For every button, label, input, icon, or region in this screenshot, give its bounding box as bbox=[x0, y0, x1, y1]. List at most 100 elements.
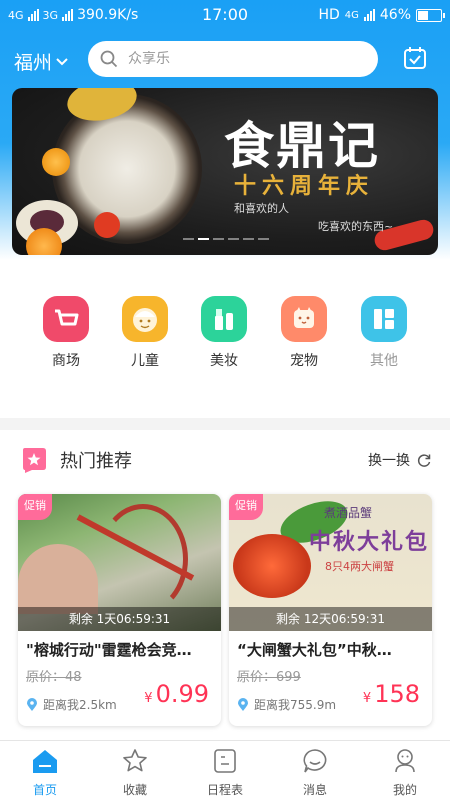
category-label: 宠物 bbox=[290, 353, 318, 369]
distance: 距离我2.5km bbox=[26, 696, 117, 713]
refresh-button[interactable]: 换一换 bbox=[368, 450, 432, 470]
image-crab bbox=[233, 534, 311, 598]
image-archer bbox=[18, 544, 98, 614]
original-price: 原价：699 bbox=[237, 670, 301, 685]
battery-percent: 46% bbox=[379, 7, 411, 23]
battery-icon bbox=[416, 8, 445, 22]
pagination-dot[interactable] bbox=[198, 238, 209, 240]
sale-price: ¥ 0.99 bbox=[144, 680, 209, 708]
sale-price: ¥ 158 bbox=[363, 680, 420, 708]
schedule-icon bbox=[214, 749, 236, 773]
cosmetics-icon bbox=[215, 309, 233, 330]
original-price: 原价：48 bbox=[26, 670, 82, 685]
message-icon bbox=[303, 749, 327, 773]
tab-home[interactable]: 首页 bbox=[15, 747, 75, 798]
pagination-dot[interactable] bbox=[258, 238, 269, 240]
home-icon bbox=[33, 750, 57, 773]
category-label: 其他 bbox=[370, 353, 398, 369]
child-face-icon bbox=[133, 308, 157, 332]
pagination-dot[interactable] bbox=[183, 238, 194, 240]
poster-subtitle: 8只4两大闸蟹 bbox=[325, 560, 394, 573]
tab-label: 收藏 bbox=[122, 783, 147, 797]
banner-orange bbox=[42, 148, 70, 176]
tab-label: 首页 bbox=[32, 783, 57, 797]
pet-icon bbox=[294, 307, 314, 328]
calendar-button[interactable] bbox=[402, 45, 428, 75]
banner-tagline-2: 吃喜欢的东西~ bbox=[318, 220, 394, 233]
tab-messages[interactable]: 消息 bbox=[285, 747, 345, 798]
hd-indicator: HD bbox=[318, 7, 340, 23]
recommend-star-icon bbox=[23, 448, 46, 473]
city-name: 福州 bbox=[14, 52, 53, 74]
poster-title: 中秋大礼包 bbox=[309, 529, 430, 555]
promo-tag: 促销 bbox=[229, 494, 263, 520]
network-type-3: 4G bbox=[344, 9, 359, 21]
signal-icon bbox=[363, 9, 375, 21]
chevron-down-icon bbox=[56, 57, 68, 65]
battery-level-fill bbox=[418, 10, 428, 20]
category-grid: 商场 儿童 美妆 宠物 其他 bbox=[0, 260, 450, 418]
section-header: 热门推荐 bbox=[20, 446, 132, 474]
pagination-dot[interactable] bbox=[213, 238, 224, 240]
tab-schedule[interactable]: 日程表 bbox=[195, 747, 255, 798]
poster-top-text: 煮酒品蟹 bbox=[324, 506, 373, 520]
tab-label: 日程表 bbox=[206, 783, 243, 797]
banner-tagline-1: 和喜欢的人 bbox=[234, 202, 289, 215]
status-bar: 4G 3G 390.9K/s 17:00 HD 4G 46% bbox=[0, 0, 450, 30]
refresh-icon bbox=[417, 454, 431, 467]
search-input[interactable] bbox=[128, 51, 348, 67]
banner-pagination[interactable] bbox=[183, 238, 269, 240]
category-label: 商场 bbox=[52, 353, 80, 369]
tab-profile[interactable]: 我的 bbox=[375, 747, 435, 798]
refresh-label: 换一换 bbox=[368, 453, 410, 469]
category-icon-bg bbox=[281, 296, 327, 342]
product-card[interactable]: 煮酒品蟹 中秋大礼包 8只4两大闸蟹 促销 剩余 12天06:59:31 “大闸… bbox=[229, 494, 432, 726]
tab-label: 消息 bbox=[302, 783, 327, 797]
search-bar[interactable] bbox=[88, 41, 378, 77]
category-icon-bg bbox=[201, 296, 247, 342]
promo-tag: 促销 bbox=[18, 494, 52, 520]
product-name: "榕城行动"雷霆枪会竞… bbox=[26, 641, 192, 659]
currency-symbol: ¥ bbox=[362, 691, 372, 706]
search-icon bbox=[100, 50, 118, 68]
banner-subtitle: 十六周年庆 bbox=[234, 173, 375, 199]
category-cosmetics[interactable]: 美妆 bbox=[194, 296, 254, 370]
bottom-tab-bar: 首页 收藏 日程表 消息 我的 bbox=[0, 740, 450, 800]
category-icon-bg bbox=[43, 296, 89, 342]
pagination-dot[interactable] bbox=[228, 238, 239, 240]
category-other[interactable]: 其他 bbox=[354, 296, 414, 370]
hot-recommend-section: 热门推荐 换一换 促销 剩余 1天06:59:31 "榕城行动"雷霆枪会竞… 原… bbox=[0, 430, 450, 740]
product-name: “大闸蟹大礼包”中秋… bbox=[237, 641, 392, 659]
price-value: 0.99 bbox=[155, 680, 209, 708]
category-mall[interactable]: 商场 bbox=[36, 296, 96, 370]
star-icon bbox=[123, 749, 147, 772]
city-selector[interactable]: 福州 bbox=[14, 48, 69, 75]
location-pin-icon bbox=[27, 697, 37, 711]
product-card[interactable]: 促销 剩余 1天06:59:31 "榕城行动"雷霆枪会竞… 原价：48 距离我2… bbox=[18, 494, 221, 726]
grid-icon bbox=[374, 309, 394, 329]
price-value: 158 bbox=[374, 680, 420, 708]
countdown: 剩余 12天06:59:31 bbox=[229, 607, 432, 631]
tab-favorites[interactable]: 收藏 bbox=[105, 747, 165, 798]
calendar-check-icon bbox=[404, 47, 426, 69]
category-label: 美妆 bbox=[210, 353, 238, 369]
category-children[interactable]: 儿童 bbox=[115, 296, 175, 370]
section-title: 热门推荐 bbox=[60, 451, 132, 472]
category-pets[interactable]: 宠物 bbox=[274, 296, 334, 370]
distance-label: 距离我2.5km bbox=[43, 698, 117, 712]
category-label: 儿童 bbox=[131, 353, 159, 369]
distance-label: 距离我755.9m bbox=[254, 698, 337, 712]
currency-symbol: ¥ bbox=[144, 691, 153, 706]
distance: 距离我755.9m bbox=[237, 696, 336, 713]
category-icon-bg bbox=[122, 296, 168, 342]
location-pin-icon bbox=[238, 697, 248, 711]
promo-banner[interactable]: 食鼎记 十六周年庆 和喜欢的人 吃喜欢的东西~ bbox=[12, 88, 438, 255]
banner-tomato bbox=[94, 212, 120, 238]
tab-label: 我的 bbox=[392, 783, 417, 797]
profile-icon bbox=[395, 749, 415, 773]
image-bow bbox=[98, 504, 188, 614]
category-icon-bg bbox=[361, 296, 407, 342]
countdown: 剩余 1天06:59:31 bbox=[18, 607, 221, 631]
pagination-dot[interactable] bbox=[243, 238, 254, 240]
shopping-cart-icon bbox=[55, 309, 79, 326]
